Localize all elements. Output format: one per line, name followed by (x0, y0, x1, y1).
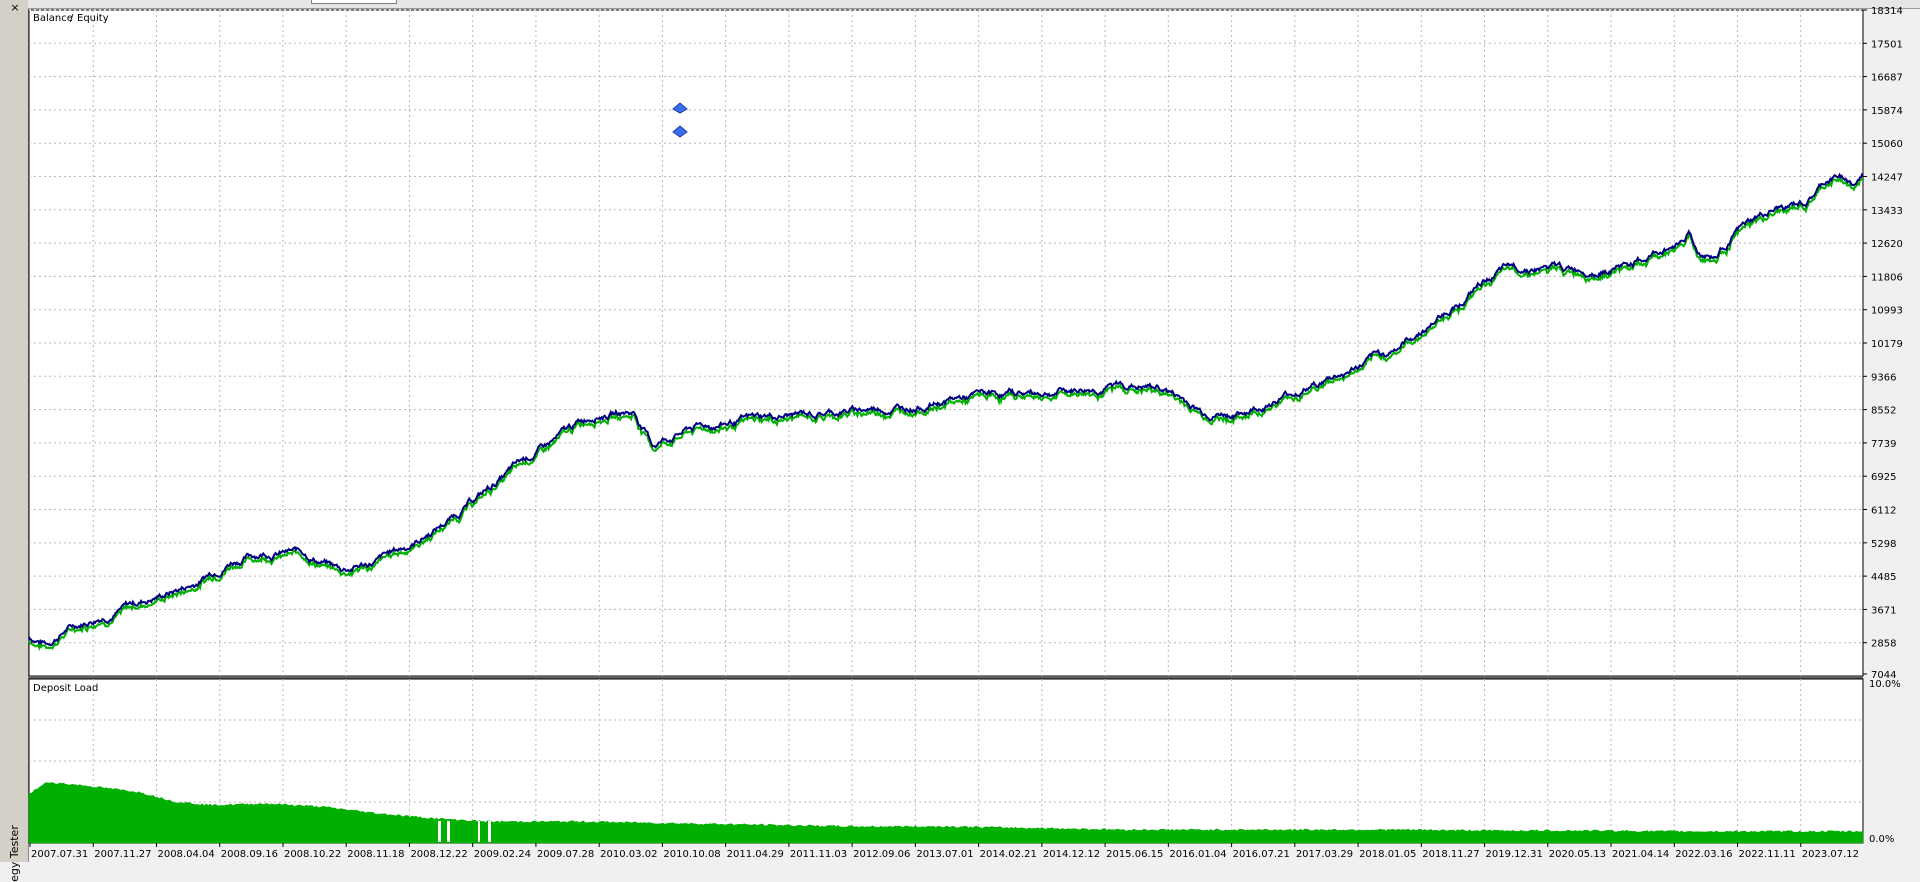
x-tick-label: 2008.04.04 (157, 849, 214, 860)
deposit-load-gap (438, 821, 441, 842)
y-tick-label: 6112 (1871, 506, 1896, 517)
x-tick-label: 2008.11.18 (347, 849, 404, 860)
x-tick-label: 2016.01.04 (1169, 849, 1226, 860)
x-tick-label: 2011.04.29 (727, 849, 784, 860)
legend-balance: Balance (33, 13, 73, 24)
x-tick-label: 2007.07.31 (31, 849, 88, 860)
legend-equity: Equity (77, 13, 109, 24)
y-tick-label: 9366 (1871, 372, 1896, 383)
x-tick-label: 2017.03.29 (1296, 849, 1353, 860)
y-tick-label: 2858 (1871, 639, 1896, 650)
x-tick-label: 2008.10.22 (284, 849, 341, 860)
x-tick-label: 2008.09.16 (221, 849, 278, 860)
time-x-axis: 2007.07.31 2007.11.27 2008.04.04 2008.09.16… (29, 843, 1859, 860)
x-tick-label: 2007.11.27 (94, 849, 151, 860)
x-tick-label: 2010.03.02 (600, 849, 657, 860)
x-tick-label: 2015.06.15 (1106, 849, 1163, 860)
balance-equity-chart: 7044285836714485529861126925773985529366… (28, 6, 1903, 860)
balance-y-axis: 7044285836714485529861126925773985529366… (1863, 6, 1903, 681)
y-tick-label: 16687 (1871, 73, 1903, 84)
x-tick-label: 2013.07.01 (916, 849, 973, 860)
y-tick-label: 7739 (1871, 439, 1896, 450)
y-tick-label: 4485 (1871, 572, 1896, 583)
x-tick-label: 2018.01.05 (1359, 849, 1416, 860)
y-tick-label: 10993 (1871, 306, 1903, 317)
x-tick-label: 2022.11.11 (1739, 849, 1796, 860)
y-tick-label: 3671 (1871, 605, 1896, 616)
y-tick-label: 8552 (1871, 406, 1896, 417)
x-tick-label: 2021.04.14 (1612, 849, 1669, 860)
x-tick-label: 2022.03.16 (1675, 849, 1732, 860)
x-tick-label: 2014.12.12 (1043, 849, 1100, 860)
y-tick-label: 11806 (1871, 272, 1903, 283)
x-tick-label: 2014.02.21 (980, 849, 1037, 860)
x-tick-label: 2020.05.13 (1549, 849, 1606, 860)
deposit-load-gap (488, 821, 491, 842)
deposit-load-gap (478, 821, 480, 842)
y-tick-label: 13433 (1871, 206, 1903, 217)
x-tick-label: 2016.07.21 (1233, 849, 1290, 860)
y-tick-label: 14247 (1871, 172, 1903, 183)
x-tick-label: 2010.10.08 (663, 849, 720, 860)
x-tick-label: 2019.12.31 (1486, 849, 1543, 860)
x-tick-label: 2009.02.24 (474, 849, 531, 860)
deposit-load-gap (447, 821, 450, 842)
x-tick-label: 2011.11.03 (790, 849, 847, 860)
x-tick-label: 2008.12.22 (410, 849, 467, 860)
y-tick-label: 17501 (1871, 39, 1903, 50)
load-y-tick-label: 0.0% (1869, 834, 1894, 845)
y-tick-label: 12620 (1871, 239, 1903, 250)
deposit-load-y-axis: 10.0% 0.0% (1869, 679, 1901, 845)
deposit-load-title: Deposit Load (33, 683, 98, 694)
y-tick-label: 6925 (1871, 472, 1896, 483)
y-tick-label: 5298 (1871, 539, 1896, 550)
x-tick-label: 2018.11.27 (1422, 849, 1479, 860)
x-tick-label: 2023.07.12 (1802, 849, 1859, 860)
x-tick-label: 2012.09.06 (853, 849, 910, 860)
x-tick-label: 2009.07.28 (537, 849, 594, 860)
y-tick-label: 15874 (1871, 106, 1903, 117)
y-tick-label: 15060 (1871, 139, 1903, 150)
y-tick-label: 10179 (1871, 339, 1903, 350)
y-tick-label: 18314 (1871, 6, 1903, 17)
load-y-tick-label: 10.0% (1869, 679, 1901, 690)
